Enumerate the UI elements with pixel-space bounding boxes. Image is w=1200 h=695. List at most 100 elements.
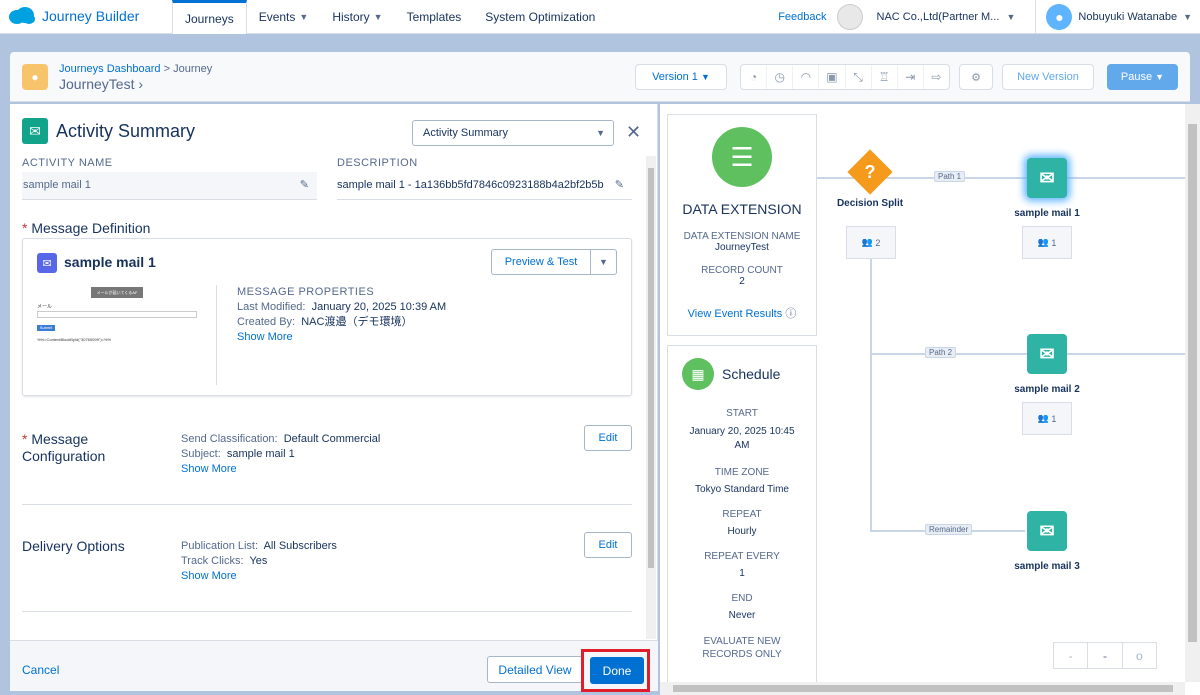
publication-list-label: Publication List: bbox=[181, 540, 259, 552]
nav-journeys[interactable]: Journeys bbox=[172, 0, 247, 34]
sample-mail-3-node[interactable]: ✉ sample mail 3 bbox=[997, 511, 1097, 572]
thumbnail-input bbox=[37, 311, 197, 318]
scrollbar-thumb[interactable] bbox=[673, 685, 1173, 692]
user-name[interactable]: Nobuyuki Watanabe bbox=[1078, 11, 1177, 23]
new-version-button[interactable]: New Version bbox=[1002, 64, 1094, 90]
pause-button[interactable]: Pause ▼ bbox=[1107, 64, 1178, 90]
subject-label: Subject: bbox=[181, 448, 221, 460]
mail-1-count-badge[interactable]: 👥 1 bbox=[1022, 226, 1072, 259]
detailed-view-button[interactable]: Detailed View bbox=[487, 656, 583, 683]
count-value: 2 bbox=[875, 237, 881, 248]
subject-value: sample mail 1 bbox=[226, 448, 295, 460]
pencil-icon[interactable]: ✎ bbox=[300, 178, 309, 191]
einstein-avatar-icon[interactable] bbox=[836, 4, 863, 30]
trophy-icon[interactable]: ♖ bbox=[872, 65, 898, 89]
org-switcher[interactable]: NAC Co.,Ltd(Partner M... bbox=[877, 11, 1007, 23]
breadcrumb-journeys-dashboard[interactable]: Journeys Dashboard bbox=[59, 63, 161, 75]
panel-title-text: Activity Summary bbox=[56, 120, 196, 141]
done-button[interactable]: Done bbox=[590, 657, 644, 684]
close-icon[interactable]: ✕ bbox=[626, 122, 641, 143]
exit-icon[interactable]: ⇥ bbox=[898, 65, 924, 89]
send-classification-label: Send Classification: bbox=[181, 433, 278, 445]
zoom-reset-button[interactable]: - bbox=[1088, 643, 1123, 668]
thumbnail-label: メール bbox=[37, 304, 53, 310]
decision-count-badge[interactable]: 👥 2 bbox=[846, 226, 896, 259]
activity-name-label: ACTIVITY NAME bbox=[22, 157, 113, 169]
nav-history[interactable]: History ▼ bbox=[320, 0, 394, 34]
schedule-card[interactable]: ▦ Schedule START January 20, 2025 10:45 … bbox=[667, 345, 817, 695]
panel-scrollbar[interactable] bbox=[646, 156, 656, 639]
version-label: Version 1 bbox=[652, 71, 698, 83]
description-label: DESCRIPTION bbox=[337, 157, 418, 169]
show-more-link[interactable]: Show More bbox=[181, 462, 380, 477]
delivery-options-info: Publication List: All Subscribers Track … bbox=[181, 539, 337, 584]
users-icon: 👥 bbox=[1037, 413, 1049, 423]
main-nav: Journeys Events ▼ History ▼ Templates Syst… bbox=[172, 0, 607, 34]
map-pin-icon: ● bbox=[22, 64, 48, 90]
scrollbar-thumb[interactable] bbox=[1188, 124, 1197, 642]
nav-label: Events bbox=[258, 10, 296, 24]
user-avatar-icon[interactable]: ● bbox=[1046, 4, 1073, 30]
data-extension-card[interactable]: ☰ DATA EXTENSION DATA EXTENSION NAME Jou… bbox=[667, 114, 817, 336]
settings-gear-icon[interactable]: ⚙ bbox=[959, 64, 993, 90]
delivery-options-section: Delivery Options Publication List: All S… bbox=[22, 505, 632, 612]
email-icon: ✉ bbox=[37, 253, 57, 273]
journey-name[interactable]: JourneyTest › bbox=[59, 76, 143, 92]
app-brand[interactable]: Journey Builder bbox=[8, 6, 139, 26]
nav-events[interactable]: Events ▼ bbox=[247, 0, 321, 34]
edit-delivery-options-button[interactable]: Edit bbox=[584, 532, 632, 558]
link-text: View Event Results bbox=[687, 308, 783, 320]
node-label: sample mail 2 bbox=[1014, 384, 1080, 395]
nav-templates[interactable]: Templates bbox=[395, 0, 474, 34]
scrollbar-thumb[interactable] bbox=[648, 168, 654, 568]
camera-icon[interactable]: ▣ bbox=[819, 65, 846, 89]
chevron-down-icon[interactable]: ▼ bbox=[1007, 12, 1016, 22]
connector-line bbox=[870, 259, 872, 532]
field-value: sample mail 1 bbox=[23, 179, 91, 191]
preview-test-button[interactable]: Preview & Test bbox=[491, 249, 591, 275]
activity-view-select[interactable]: Activity Summary ▼ bbox=[412, 120, 614, 146]
sample-mail-2-node[interactable]: ✉ sample mail 2 bbox=[997, 334, 1097, 395]
journey-canvas[interactable]: ☰ DATA EXTENSION DATA EXTENSION NAME Jou… bbox=[660, 104, 1200, 695]
tz-label: TIME ZONE bbox=[714, 467, 770, 478]
pencil-icon[interactable]: ✎ bbox=[615, 178, 624, 191]
canvas-vertical-scrollbar[interactable] bbox=[1185, 104, 1200, 682]
decision-split-node[interactable]: ? Decision Split bbox=[830, 149, 910, 209]
start-label: START bbox=[726, 408, 758, 419]
collapse-icon[interactable]: ⤡ bbox=[846, 65, 872, 89]
nav-label: History bbox=[332, 10, 370, 24]
history-icon[interactable]: ◷ bbox=[767, 65, 794, 89]
edit-message-config-button[interactable]: Edit bbox=[584, 425, 632, 451]
sample-mail-1-node[interactable]: ✉ sample mail 1 bbox=[997, 158, 1097, 219]
view-event-results-link[interactable]: View Event Results ⓘ bbox=[668, 305, 816, 321]
email-thumbnail[interactable]: メールが届いてくるAF メール Submit %%=ContentBlockBy… bbox=[35, 285, 207, 383]
email-icon: ✉ bbox=[22, 118, 48, 144]
nav-label: System Optimization bbox=[485, 10, 596, 24]
mail-2-count-badge[interactable]: 👥 1 bbox=[1022, 402, 1072, 435]
count-value: 1 bbox=[1051, 413, 1057, 424]
chevron-right-icon: › bbox=[138, 76, 144, 92]
description-field[interactable]: sample mail 1 - 1a136bb5fd7846c0923188b4… bbox=[337, 172, 632, 200]
message-config-info: Send Classification: Default Commercial … bbox=[181, 432, 380, 477]
canvas-horizontal-scrollbar[interactable] bbox=[660, 682, 1185, 695]
cancel-button[interactable]: Cancel bbox=[22, 663, 59, 677]
chart-icon[interactable]: ◔ bbox=[741, 65, 768, 89]
chevron-down-icon[interactable]: ▼ bbox=[1183, 12, 1192, 22]
export-icon[interactable]: ⇨ bbox=[924, 65, 949, 89]
zoom-out-button[interactable]: - bbox=[1054, 643, 1089, 668]
gauge-icon[interactable]: ◠ bbox=[793, 65, 820, 89]
feedback-link[interactable]: Feedback bbox=[778, 11, 826, 23]
chevron-down-icon: ▼ bbox=[373, 12, 383, 22]
chevron-down-icon[interactable]: ▼ bbox=[590, 249, 617, 275]
show-more-link[interactable]: Show More bbox=[181, 569, 337, 584]
heading-text: Message Definition bbox=[31, 220, 151, 236]
email-icon: ✉ bbox=[1027, 334, 1067, 374]
nav-system-optimization[interactable]: System Optimization bbox=[473, 0, 607, 34]
info-icon[interactable]: ⓘ bbox=[785, 308, 796, 320]
track-clicks-label: Track Clicks: bbox=[181, 555, 244, 567]
zoom-in-button[interactable]: o bbox=[1123, 643, 1156, 668]
activity-name-field[interactable]: sample mail 1 ✎ bbox=[22, 172, 317, 200]
show-more-link[interactable]: Show More bbox=[237, 330, 446, 345]
version-dropdown[interactable]: Version 1 ▼ bbox=[635, 64, 727, 90]
message-properties: MESSAGE PROPERTIES Last Modified: Januar… bbox=[237, 285, 446, 345]
